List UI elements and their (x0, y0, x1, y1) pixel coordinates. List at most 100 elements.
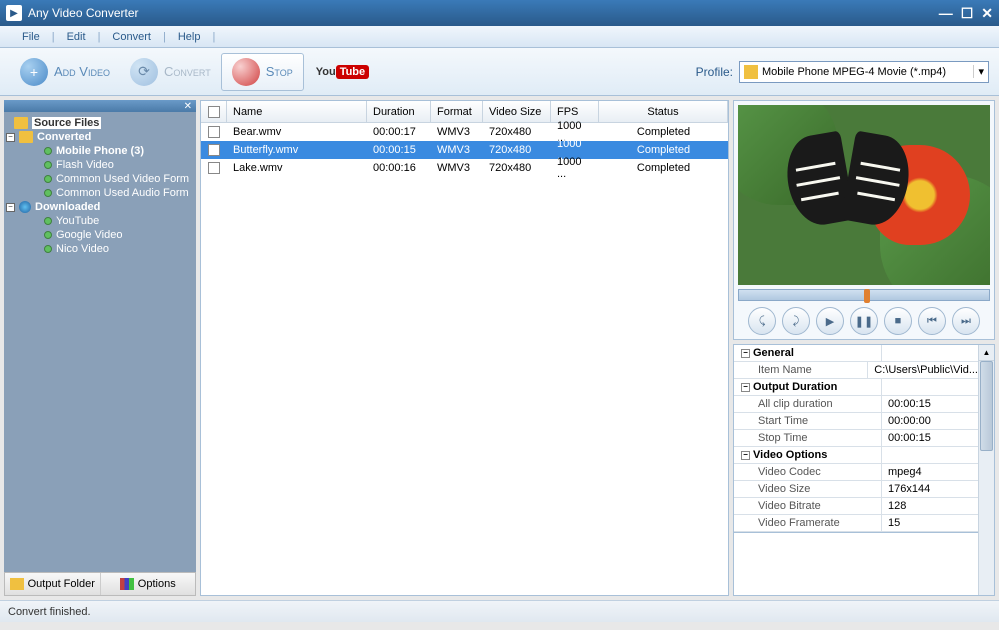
column-duration[interactable]: Duration (367, 101, 431, 122)
close-button[interactable]: ✕ (981, 5, 993, 22)
tree-mobile-phone[interactable]: Mobile Phone (3) (6, 144, 194, 158)
stop-playback-button[interactable]: ■ (884, 307, 912, 335)
right-panel: ⤹ ⤸ ▶ ❚❚ ■ ⏮ ⏭ −General Item NameC:\User… (733, 100, 995, 596)
collapse-icon[interactable]: − (741, 349, 750, 358)
column-check[interactable] (201, 101, 227, 122)
section-output-duration[interactable]: −Output Duration (734, 379, 978, 396)
profile-icon (744, 65, 758, 79)
column-name[interactable]: Name (227, 101, 367, 122)
cell-format: WMV3 (431, 144, 483, 156)
cell-duration: 00:00:17 (367, 126, 431, 138)
row-checkbox[interactable] (208, 144, 220, 156)
tree-youtube[interactable]: YouTube (6, 214, 194, 228)
cell-status: Completed (599, 126, 728, 138)
mark-in-button[interactable]: ⤹ (748, 307, 776, 335)
mark-out-button[interactable]: ⤸ (782, 307, 810, 335)
cell-duration: 00:00:15 (367, 144, 431, 156)
collapse-icon[interactable]: − (6, 133, 15, 142)
maximize-button[interactable]: ☐ (961, 5, 974, 22)
cell-format: WMV3 (431, 126, 483, 138)
prop-video-framerate[interactable]: Video Framerate15 (734, 515, 978, 532)
column-status[interactable]: Status (599, 101, 728, 122)
sidebar-close-icon[interactable]: ✕ (184, 101, 192, 112)
timeline-marker[interactable] (864, 289, 870, 303)
app-icon: ▶ (6, 5, 22, 21)
table-row[interactable]: Bear.wmv00:00:17WMV3720x4801000 ...Compl… (201, 123, 728, 141)
prev-button[interactable]: ⏮ (918, 307, 946, 335)
tree-converted[interactable]: − Converted (6, 130, 194, 144)
convert-button[interactable]: ⟳ Convert (120, 54, 221, 90)
statusbar: Convert finished. (0, 600, 999, 622)
row-checkbox[interactable] (208, 162, 220, 174)
scroll-up-icon[interactable]: ▲ (979, 345, 994, 361)
next-button[interactable]: ⏭ (952, 307, 980, 335)
prop-start-time[interactable]: Start Time00:00:00 (734, 413, 978, 430)
prop-stop-time[interactable]: Stop Time00:00:15 (734, 430, 978, 447)
add-icon: + (20, 58, 48, 86)
menu-edit[interactable]: Edit (55, 31, 98, 43)
globe-icon (19, 201, 31, 213)
collapse-icon[interactable]: − (741, 451, 750, 460)
cell-name: Bear.wmv (227, 126, 367, 138)
tree-common-video[interactable]: Common Used Video Form (6, 172, 194, 186)
bullet-icon (44, 161, 52, 169)
bullet-icon (44, 217, 52, 225)
bullet-icon (44, 189, 52, 197)
file-list: Name Duration Format Video Size FPS Stat… (200, 100, 729, 596)
play-button[interactable]: ▶ (816, 307, 844, 335)
properties-scrollbar[interactable]: ▲ (978, 345, 994, 595)
sidebar: ✕ Source Files − Converted Mobile Phone … (4, 100, 196, 596)
collapse-icon[interactable]: − (6, 203, 15, 212)
stop-icon (232, 58, 260, 86)
table-row[interactable]: Lake.wmv00:00:16WMV3720x4801000 ...Compl… (201, 159, 728, 177)
profile-value: Mobile Phone MPEG-4 Movie (*.mp4) (762, 66, 973, 78)
section-general[interactable]: −General (734, 345, 978, 362)
collapse-icon[interactable]: − (741, 383, 750, 392)
prop-video-size[interactable]: Video Size176x144 (734, 481, 978, 498)
tree-common-audio[interactable]: Common Used Audio Form (6, 186, 194, 200)
titlebar: ▶ Any Video Converter — ☐ ✕ (0, 0, 999, 26)
table-row[interactable]: Butterfly.wmv00:00:15WMV3720x4801000 ...… (201, 141, 728, 159)
properties-panel: −General Item NameC:\Users\Public\Vid...… (733, 344, 995, 596)
output-folder-button[interactable]: Output Folder (5, 573, 101, 595)
timeline-slider[interactable] (738, 289, 990, 301)
scroll-thumb[interactable] (980, 361, 993, 451)
prop-video-codec[interactable]: Video Codecmpeg4 (734, 464, 978, 481)
folder-icon (19, 131, 33, 143)
minimize-button[interactable]: — (939, 5, 953, 22)
file-list-header: Name Duration Format Video Size FPS Stat… (201, 101, 728, 123)
cell-name: Butterfly.wmv (227, 144, 367, 156)
tree-nico-video[interactable]: Nico Video (6, 242, 194, 256)
profile-select[interactable]: Mobile Phone MPEG-4 Movie (*.mp4) ▾ (739, 61, 989, 83)
column-fps[interactable]: FPS (551, 101, 599, 122)
prop-item-name[interactable]: Item NameC:\Users\Public\Vid... (734, 362, 978, 379)
bullet-icon (44, 245, 52, 253)
section-video-options[interactable]: −Video Options (734, 447, 978, 464)
tree-google-video[interactable]: Google Video (6, 228, 194, 242)
tree-downloaded[interactable]: − Downloaded (6, 200, 194, 214)
menu-help[interactable]: Help (166, 31, 213, 43)
menu-file[interactable]: File (10, 31, 52, 43)
column-format[interactable]: Format (431, 101, 483, 122)
pause-button[interactable]: ❚❚ (850, 307, 878, 335)
source-tree: Source Files − Converted Mobile Phone (3… (4, 112, 196, 572)
chevron-down-icon: ▾ (973, 65, 984, 78)
tree-flash-video[interactable]: Flash Video (6, 158, 194, 172)
prop-all-clip[interactable]: All clip duration00:00:15 (734, 396, 978, 413)
column-video-size[interactable]: Video Size (483, 101, 551, 122)
menubar: File| Edit| Convert| Help| (0, 26, 999, 48)
options-button[interactable]: Options (101, 573, 196, 595)
stop-button[interactable]: Stop (221, 53, 304, 91)
row-checkbox[interactable] (208, 126, 220, 138)
folder-icon (10, 578, 24, 590)
toolbar: + Add Video ⟳ Convert Stop YouTube Profi… (0, 48, 999, 96)
add-video-button[interactable]: + Add Video (10, 54, 120, 90)
window-title: Any Video Converter (28, 6, 939, 20)
prop-video-bitrate[interactable]: Video Bitrate128 (734, 498, 978, 515)
options-icon (120, 578, 134, 590)
sidebar-header: ✕ (4, 100, 196, 112)
bullet-icon (44, 147, 52, 155)
menu-convert[interactable]: Convert (100, 31, 163, 43)
youtube-logo[interactable]: YouTube (316, 66, 369, 78)
tree-source-files[interactable]: Source Files (6, 116, 194, 130)
